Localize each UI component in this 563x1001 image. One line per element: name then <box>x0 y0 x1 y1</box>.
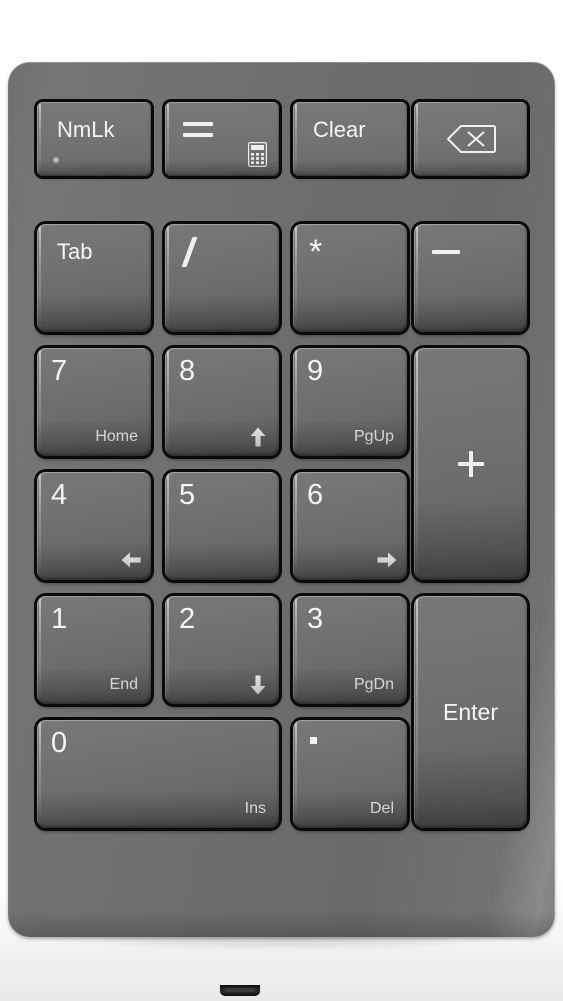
minus-icon <box>432 250 460 254</box>
key-backspace[interactable] <box>414 102 527 176</box>
key-plus[interactable] <box>414 348 527 580</box>
key-6[interactable]: 6 <box>293 472 407 580</box>
arrow-up-icon <box>249 427 267 447</box>
key-enter-label: Enter <box>443 698 498 725</box>
key-0-alt-label: Ins <box>244 800 266 817</box>
key-1-alt-label: End <box>109 676 138 693</box>
key-3[interactable]: 3 PgDn <box>293 596 407 704</box>
key-2[interactable]: 2 <box>165 596 279 704</box>
backspace-icon <box>446 124 496 154</box>
key-0[interactable]: 0 Ins <box>37 720 279 828</box>
usb-c-port <box>220 985 260 996</box>
key-7[interactable]: 7 Home <box>37 348 151 456</box>
key-multiply[interactable]: * <box>293 224 407 332</box>
equals-icon <box>183 122 213 138</box>
key-3-label: 3 <box>307 603 324 635</box>
key-numlock[interactable]: NmLk <box>37 102 151 176</box>
key-divide[interactable] <box>165 224 279 332</box>
key-7-label: 7 <box>51 355 68 387</box>
key-8[interactable]: 8 <box>165 348 279 456</box>
key-3-alt-label: PgDn <box>353 676 394 693</box>
key-6-label: 6 <box>307 479 324 511</box>
key-tab[interactable]: Tab <box>37 224 151 332</box>
key-0-label: 0 <box>51 727 68 759</box>
arrow-right-icon <box>377 551 397 571</box>
numeric-keypad-device: NmLk Clear Tab * 7 Home 8 9 PgUp 4 5 6 1… <box>8 62 555 996</box>
key-8-label: 8 <box>179 355 196 387</box>
key-tab-label: Tab <box>57 239 93 264</box>
decimal-point-icon <box>310 737 317 744</box>
key-1[interactable]: 1 End <box>37 596 151 704</box>
arrow-left-icon <box>121 551 141 571</box>
arrow-down-icon <box>249 675 267 695</box>
key-2-label: 2 <box>179 603 196 635</box>
numlock-led-indicator <box>53 157 59 163</box>
key-9-label: 9 <box>307 355 324 387</box>
key-9-alt-label: PgUp <box>353 428 394 445</box>
key-numlock-label: NmLk <box>57 117 115 142</box>
key-equals[interactable] <box>165 102 279 176</box>
plus-icon <box>457 451 484 477</box>
key-4[interactable]: 4 <box>37 472 151 580</box>
key-4-label: 4 <box>51 479 68 511</box>
key-minus[interactable] <box>414 224 527 332</box>
key-5[interactable]: 5 <box>165 472 279 580</box>
key-7-alt-label: Home <box>95 428 138 445</box>
key-5-label: 5 <box>179 479 196 511</box>
key-decimal[interactable]: Del <box>293 720 407 828</box>
key-clear-label: Clear <box>313 117 366 142</box>
divide-icon <box>181 237 198 267</box>
key-1-label: 1 <box>51 603 68 635</box>
calculator-icon <box>248 142 267 167</box>
asterisk-icon: * <box>309 233 323 271</box>
key-enter[interactable]: Enter <box>414 596 527 828</box>
key-decimal-alt-label: Del <box>369 800 394 817</box>
key-clear[interactable]: Clear <box>293 102 407 176</box>
key-9[interactable]: 9 PgUp <box>293 348 407 456</box>
